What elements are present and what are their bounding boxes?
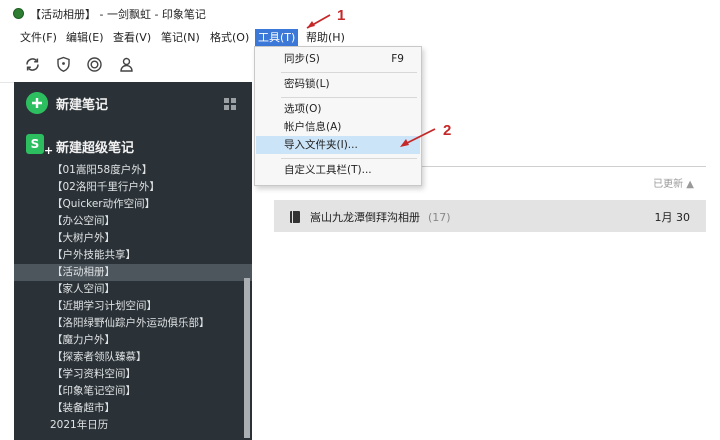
sync-icon[interactable] <box>24 56 41 73</box>
title-bar: 【活动相册】 - 一剑飘虹 - 印象笔记 <box>0 0 720 26</box>
super-note-icon: S <box>26 134 44 154</box>
sort-updated[interactable]: 已更新 ▲ <box>653 175 694 190</box>
menu-bar: 文件(F) 编辑(E) 查看(V) 笔记(N) 格式(O) 工具(T) 帮助(H… <box>0 27 720 47</box>
sidebar-notebook-item[interactable]: 【活动相册】 <box>14 264 252 281</box>
tools-menu: 同步(S) F9 密码锁(L) 选项(O) 帐户信息(A) 导入文件夹(I)..… <box>254 46 422 186</box>
sidebar-notebook-item[interactable]: 【办公空间】 <box>14 213 252 230</box>
sidebar-notebook-item[interactable]: 【家人空间】 <box>14 281 252 298</box>
sidebar-notebook-item[interactable]: 【魔力户外】 <box>14 332 252 349</box>
notebook-row-name: 嵩山九龙潭倒拜沟相册 (17) <box>310 211 451 224</box>
annotation-number-2: 2 <box>443 122 452 139</box>
sidebar-notebook-item[interactable]: 【近期学习计划空间】 <box>14 298 252 315</box>
menu-password-lock[interactable]: 密码锁(L) <box>256 75 420 93</box>
new-note-label: 新建笔记 <box>56 98 109 113</box>
sidebar-notebook-item[interactable]: 【洛阳绿野仙踪户外运动俱乐部】 <box>14 315 252 332</box>
menu-file[interactable]: 文件(F) <box>17 29 60 46</box>
notebook-icon <box>290 211 300 223</box>
sidebar-notebook-item[interactable]: 【装备超市】 <box>14 400 252 417</box>
sidebar: 新建笔记 S + 新建超级笔记 【01嵩阳58度户外】 【02洛阳千里行户外】 【Q… <box>14 82 252 440</box>
menu-format[interactable]: 格式(O) <box>207 29 252 46</box>
grid-view-icon[interactable] <box>224 98 236 110</box>
annotation-number-1: 1 <box>337 7 346 24</box>
annotation-arrow-1 <box>306 14 331 29</box>
sidebar-notebook-item[interactable]: 【户外技能共享】 <box>14 247 252 264</box>
activity-icon[interactable] <box>86 56 103 73</box>
menu-customize-toolbar[interactable]: 自定义工具栏(T)... <box>256 161 420 179</box>
sidebar-notebook-item[interactable]: 【探索者领队臻慕】 <box>14 349 252 366</box>
shield-icon[interactable] <box>55 56 72 73</box>
annotation-arrow-2 <box>400 128 436 147</box>
menu-view[interactable]: 查看(V) <box>110 29 154 46</box>
window-title: 【活动相册】 - 一剑飘虹 - 印象笔记 <box>30 8 206 21</box>
plus-circle-icon <box>26 92 48 114</box>
sidebar-notebook-item[interactable]: 【02洛阳千里行户外】 <box>14 179 252 196</box>
new-super-note-label: 新建超级笔记 <box>56 141 135 156</box>
menu-separator <box>281 72 417 73</box>
menu-tools[interactable]: 工具(T) <box>255 29 299 46</box>
account-icon[interactable] <box>118 56 135 73</box>
menu-note[interactable]: 笔记(N) <box>158 29 203 46</box>
menu-sync[interactable]: 同步(S) F9 <box>256 50 420 68</box>
sidebar-notebook-item[interactable]: 【学习资料空间】 <box>14 366 252 383</box>
sidebar-notebook-item[interactable]: 【01嵩阳58度户外】 <box>14 162 252 179</box>
sidebar-notebook-item[interactable]: 【Quicker动作空间】 <box>14 196 252 213</box>
sidebar-notebook-item[interactable]: 【印象笔记空间】 <box>14 383 252 400</box>
menu-options[interactable]: 选项(O) <box>256 100 420 118</box>
sync-shortcut: F9 <box>391 53 404 65</box>
super-note-plus: + <box>44 144 54 157</box>
sidebar-notebook-item[interactable]: 【大树户外】 <box>14 230 252 247</box>
sidebar-scrollbar[interactable] <box>244 278 250 438</box>
menu-separator <box>281 158 417 159</box>
sidebar-year-item[interactable]: 2021年日历 <box>14 417 252 434</box>
menu-separator <box>281 97 417 98</box>
evernote-app-icon <box>13 8 24 19</box>
notebook-row-date: 1月 30 <box>654 211 691 224</box>
notebook-list: 【01嵩阳58度户外】 【02洛阳千里行户外】 【Quicker动作空间】 【办公空间… <box>14 162 252 434</box>
notebook-row-count: (17) <box>428 211 451 224</box>
notebook-row[interactable]: 嵩山九龙潭倒拜沟相册 (17) 1月 30 <box>274 200 706 232</box>
menu-edit[interactable]: 编辑(E) <box>63 29 107 46</box>
